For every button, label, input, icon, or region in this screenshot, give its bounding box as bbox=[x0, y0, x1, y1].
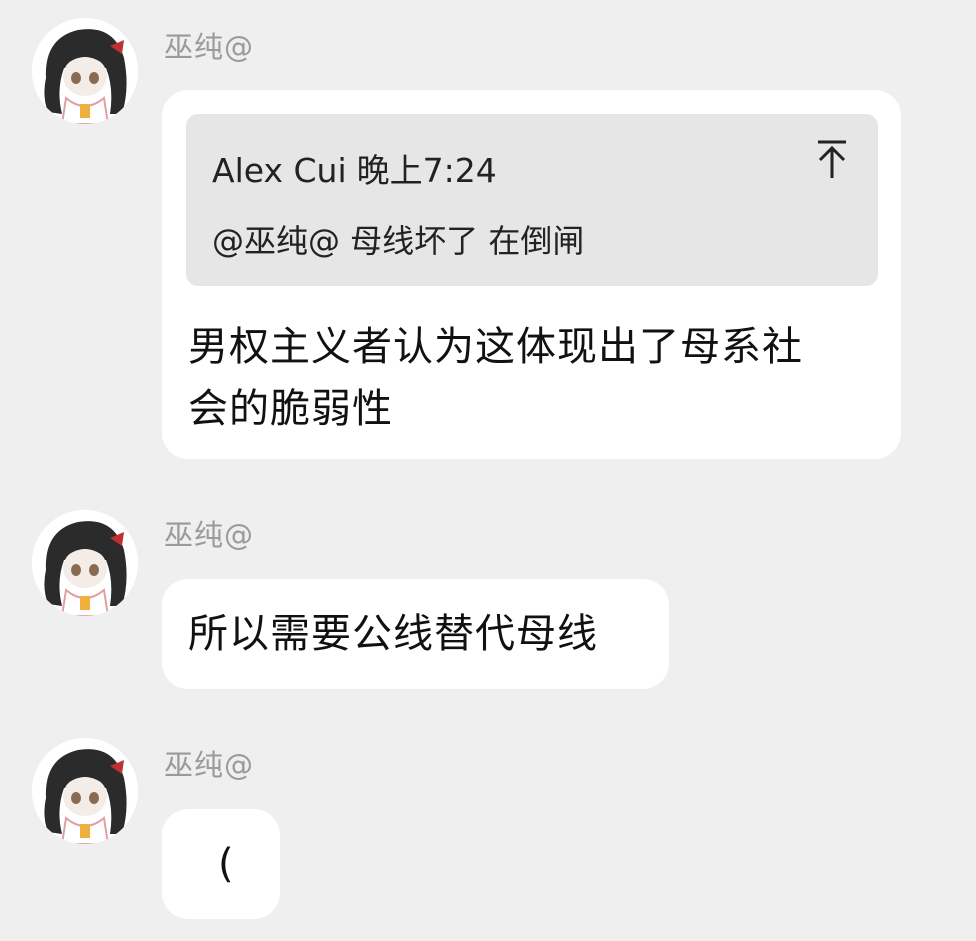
sender-avatar[interactable] bbox=[32, 738, 138, 844]
quoted-message-header: Alex Cui 晚上7:24 bbox=[212, 144, 497, 192]
sender-avatar[interactable] bbox=[32, 510, 138, 616]
quoted-text: @巫纯@ 母线坏了 在倒闸 bbox=[212, 222, 585, 260]
message-bubble[interactable]: 所以需要公线替代母线 bbox=[162, 579, 669, 689]
message-text: 男权主义者认为这体现出了母系社 会的脆弱性 bbox=[188, 316, 803, 440]
quoted-message[interactable]: Alex Cui 晚上7:24 @巫纯@ 母线坏了 在倒闸 bbox=[186, 114, 878, 286]
jump-to-quote-icon[interactable] bbox=[812, 138, 852, 182]
avatar-image bbox=[32, 510, 138, 616]
quoted-time: 晚上7:24 bbox=[356, 151, 497, 190]
message-text: 所以需要公线替代母线 bbox=[188, 611, 598, 657]
message-text-line: 男权主义者认为这体现出了母系社 bbox=[188, 324, 803, 370]
message-text: ( bbox=[218, 841, 235, 887]
quoted-author: Alex Cui bbox=[212, 151, 347, 190]
avatar-image bbox=[32, 18, 138, 124]
sender-name: 巫纯@ bbox=[164, 518, 255, 552]
message-text-line: 会的脆弱性 bbox=[188, 386, 393, 432]
sender-name: 巫纯@ bbox=[164, 30, 255, 64]
message-bubble-reply[interactable]: Alex Cui 晚上7:24 @巫纯@ 母线坏了 在倒闸 男权主义者认为这体现出… bbox=[162, 90, 901, 459]
sender-avatar[interactable] bbox=[32, 18, 138, 124]
avatar-image bbox=[32, 738, 138, 844]
sender-name: 巫纯@ bbox=[164, 748, 255, 782]
message-bubble[interactable]: ( bbox=[162, 809, 280, 919]
